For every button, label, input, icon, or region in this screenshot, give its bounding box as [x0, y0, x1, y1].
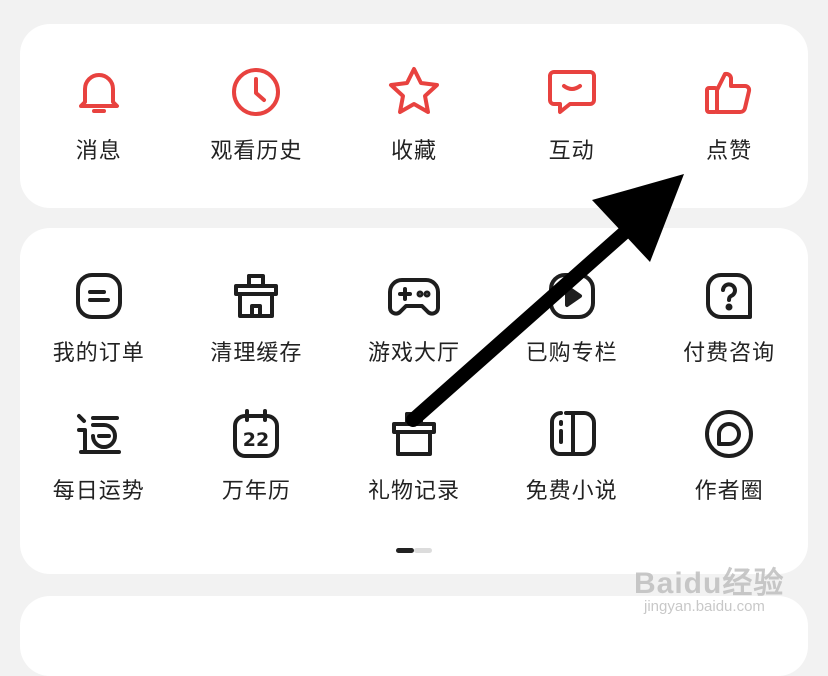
daily-fortune-button[interactable]: 每日运势	[20, 404, 178, 506]
messages-button[interactable]: 消息	[20, 62, 178, 166]
messages-label: 消息	[75, 139, 122, 164]
clock-icon	[226, 62, 286, 122]
page-indicator-inactive	[414, 548, 432, 553]
interaction-button[interactable]: 互动	[493, 62, 651, 166]
purchased-columns-label: 已购专栏	[525, 341, 618, 366]
watermark: Baidu经验 jingyan.baidu.com	[634, 548, 824, 628]
thumbs-up-icon	[699, 62, 759, 122]
chat-bubble-icon	[542, 62, 602, 122]
clean-cache-icon	[226, 266, 286, 326]
my-orders-label: 我的订单	[52, 341, 145, 366]
game-hall-label: 游戏大厅	[367, 341, 460, 366]
interaction-label: 互动	[548, 139, 595, 164]
watermark-brand: Baidu经验	[634, 567, 785, 600]
watch-history-button[interactable]: 观看历史	[178, 62, 336, 166]
tools-row-1: 我的订单 清理缓存 游戏大厅 已购专栏 付费咨询	[20, 266, 808, 368]
daily-fortune-label: 每日运势	[52, 479, 145, 504]
watch-history-label: 观看历史	[210, 139, 303, 164]
tools-row-2: 每日运势 22 万年历 礼物记录 免费小说 作者圈	[20, 404, 808, 506]
author-circle-icon	[699, 404, 759, 464]
star-icon	[384, 62, 444, 122]
clear-cache-button[interactable]: 清理缓存	[178, 266, 336, 368]
paid-consult-button[interactable]: 付费咨询	[650, 266, 808, 368]
bell-icon	[69, 62, 129, 122]
likes-label: 点赞	[706, 139, 753, 164]
gift-icon	[384, 404, 444, 464]
order-icon	[69, 266, 129, 326]
free-novels-label: 免费小说	[525, 479, 618, 504]
perpetual-calendar-label: 万年历	[221, 479, 291, 504]
calendar-icon: 22	[226, 404, 286, 464]
favorites-label: 收藏	[390, 139, 437, 164]
perpetual-calendar-button[interactable]: 22 万年历	[178, 404, 336, 506]
my-orders-button[interactable]: 我的订单	[20, 266, 178, 368]
game-hall-button[interactable]: 游戏大厅	[335, 266, 493, 368]
gift-records-button[interactable]: 礼物记录	[335, 404, 493, 506]
purchased-columns-button[interactable]: 已购专栏	[493, 266, 651, 368]
book-icon	[542, 404, 602, 464]
quick-actions-card: 消息 观看历史 收藏 互动 点赞	[20, 24, 808, 208]
favorites-button[interactable]: 收藏	[335, 62, 493, 166]
author-circle-label: 作者圈	[694, 479, 764, 504]
quick-actions-row: 消息 观看历史 收藏 互动 点赞	[20, 62, 808, 166]
tools-card: 我的订单 清理缓存 游戏大厅 已购专栏 付费咨询 每日运势 22 万年历 礼物记…	[20, 228, 808, 574]
page-indicator	[396, 548, 432, 553]
calendar-day-text: 22	[243, 429, 269, 451]
likes-button[interactable]: 点赞	[650, 62, 808, 166]
gift-records-label: 礼物记录	[367, 479, 460, 504]
gamepad-icon	[384, 266, 444, 326]
author-circle-button[interactable]: 作者圈	[650, 404, 808, 506]
paid-consult-label: 付费咨询	[683, 341, 776, 366]
clear-cache-label: 清理缓存	[210, 341, 303, 366]
fortune-icon	[69, 404, 129, 464]
play-column-icon	[542, 266, 602, 326]
watermark-url: jingyan.baidu.com	[644, 598, 765, 615]
page-indicator-active	[396, 548, 414, 553]
free-novels-button[interactable]: 免费小说	[493, 404, 651, 506]
paid-consult-icon	[699, 266, 759, 326]
